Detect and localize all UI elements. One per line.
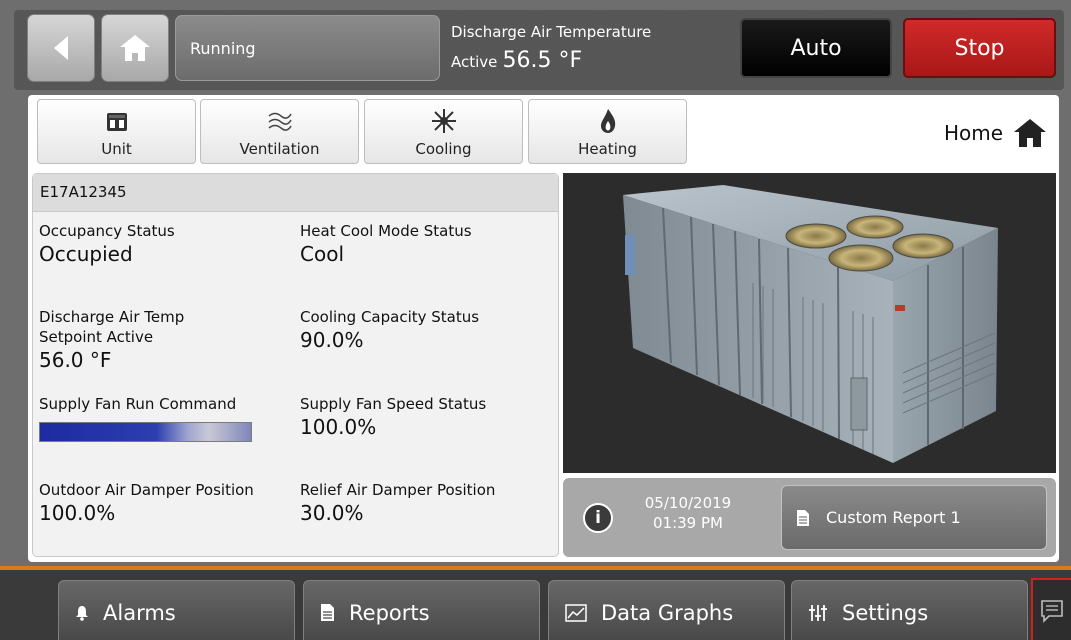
dat-setpoint-label-2: Setpoint Active (39, 328, 154, 346)
settings-button[interactable]: Settings (791, 580, 1028, 640)
data-graphs-button[interactable]: Data Graphs (548, 580, 785, 640)
breadcrumb-home[interactable]: Home (944, 117, 1047, 149)
occupancy-status: Occupancy Status Occupied (39, 221, 175, 267)
document-icon (797, 509, 809, 526)
info-icon[interactable]: i (583, 503, 613, 533)
tab-ventilation-label: Ventilation (239, 140, 320, 158)
supply-fan-speed-label: Supply Fan Speed Status (300, 395, 487, 413)
ventilation-icon (267, 106, 293, 136)
discharge-air-temp-value: 56.5 °F (502, 48, 583, 73)
time-text: 01:39 PM (653, 514, 723, 532)
supply-fan-speed-status: Supply Fan Speed Status 100.0% (300, 394, 486, 440)
unit-icon (106, 106, 128, 136)
run-status-indicator[interactable]: Running (175, 15, 440, 81)
reports-label: Reports (349, 600, 430, 625)
data-graphs-label: Data Graphs (601, 600, 734, 625)
occupancy-status-label: Occupancy Status (39, 222, 175, 240)
snowflake-icon (431, 106, 457, 136)
alarms-button[interactable]: Alarms (58, 580, 295, 640)
discharge-air-temp-label: Discharge Air Temperature (451, 23, 652, 41)
stop-button[interactable]: Stop (903, 18, 1056, 78)
discharge-air-temp-readout: Active 56.5 °F (451, 48, 582, 73)
bottom-nav: Alarms Reports Data Graphs Settings (0, 566, 1071, 640)
info-bar: i 05/10/2019 01:39 PM Custom Report 1 (563, 478, 1056, 557)
home-button[interactable] (101, 14, 169, 82)
oa-damper-label: Outdoor Air Damper Position (39, 481, 254, 499)
cooling-capacity-status: Cooling Capacity Status 90.0% (300, 307, 479, 353)
heat-cool-mode-status: Heat Cool Mode Status Cool (300, 221, 472, 267)
main-panel: Unit Ventilation Cooling Heating Home E1… (28, 95, 1059, 562)
tab-ventilation[interactable]: Ventilation (200, 99, 359, 164)
chat-icon (1041, 600, 1063, 623)
dat-setpoint-value: 56.0 °F (39, 348, 112, 372)
supply-fan-speed-value: 100.0% (300, 415, 377, 439)
supply-fan-run-command: Supply Fan Run Command (39, 394, 252, 442)
unit-image (563, 173, 1056, 473)
heat-cool-mode-value: Cool (300, 242, 344, 266)
relief-damper-label: Relief Air Damper Position (300, 481, 496, 499)
run-status-text: Running (190, 38, 256, 58)
discharge-air-temp-prefix: Active (451, 53, 498, 71)
date-time: 05/10/2019 01:39 PM (633, 493, 743, 533)
alarms-label: Alarms (103, 600, 176, 625)
supply-fan-run-label: Supply Fan Run Command (39, 395, 237, 413)
flame-icon (599, 106, 617, 136)
cooling-capacity-label: Cooling Capacity Status (300, 308, 480, 326)
cooling-capacity-value: 90.0% (300, 328, 364, 352)
supply-fan-run-indicator (39, 422, 252, 442)
custom-report-button[interactable]: Custom Report 1 (781, 485, 1047, 550)
sliders-icon (809, 604, 827, 621)
relief-damper-value: 30.0% (300, 501, 364, 525)
tab-unit-label: Unit (101, 140, 132, 158)
unit-id: E17A12345 (33, 174, 558, 212)
heat-cool-mode-label: Heat Cool Mode Status (300, 222, 472, 240)
tab-cooling[interactable]: Cooling (364, 99, 523, 164)
home-icon (1014, 119, 1046, 147)
oa-damper-value: 100.0% (39, 501, 116, 525)
outdoor-air-damper-position: Outdoor Air Damper Position 100.0% (39, 480, 254, 526)
custom-report-label: Custom Report 1 (826, 508, 961, 527)
breadcrumb-label: Home (943, 121, 1003, 145)
back-arrow-icon (54, 36, 68, 60)
settings-label: Settings (842, 600, 929, 625)
back-button[interactable] (27, 14, 95, 82)
dat-setpoint-label-1: Discharge Air Temp (39, 308, 185, 326)
tab-heating[interactable]: Heating (528, 99, 687, 164)
relief-air-damper-position: Relief Air Damper Position 30.0% (300, 480, 495, 526)
unit-status-card: E17A12345 Occupancy Status Occupied Heat… (32, 173, 559, 557)
chat-button[interactable] (1031, 578, 1071, 640)
date-text: 05/10/2019 (644, 494, 732, 512)
bell-icon (76, 605, 88, 621)
discharge-air-temp-setpoint: Discharge Air Temp Setpoint Active 56.0 … (39, 307, 184, 373)
tab-cooling-label: Cooling (415, 140, 472, 158)
tab-unit[interactable]: Unit (37, 99, 196, 164)
document-icon (321, 604, 334, 621)
occupancy-status-value: Occupied (39, 242, 133, 266)
reports-button[interactable]: Reports (303, 580, 540, 640)
tab-heating-label: Heating (578, 140, 637, 158)
home-icon (120, 35, 150, 61)
graph-icon (565, 603, 587, 622)
auto-button[interactable]: Auto (740, 18, 892, 78)
